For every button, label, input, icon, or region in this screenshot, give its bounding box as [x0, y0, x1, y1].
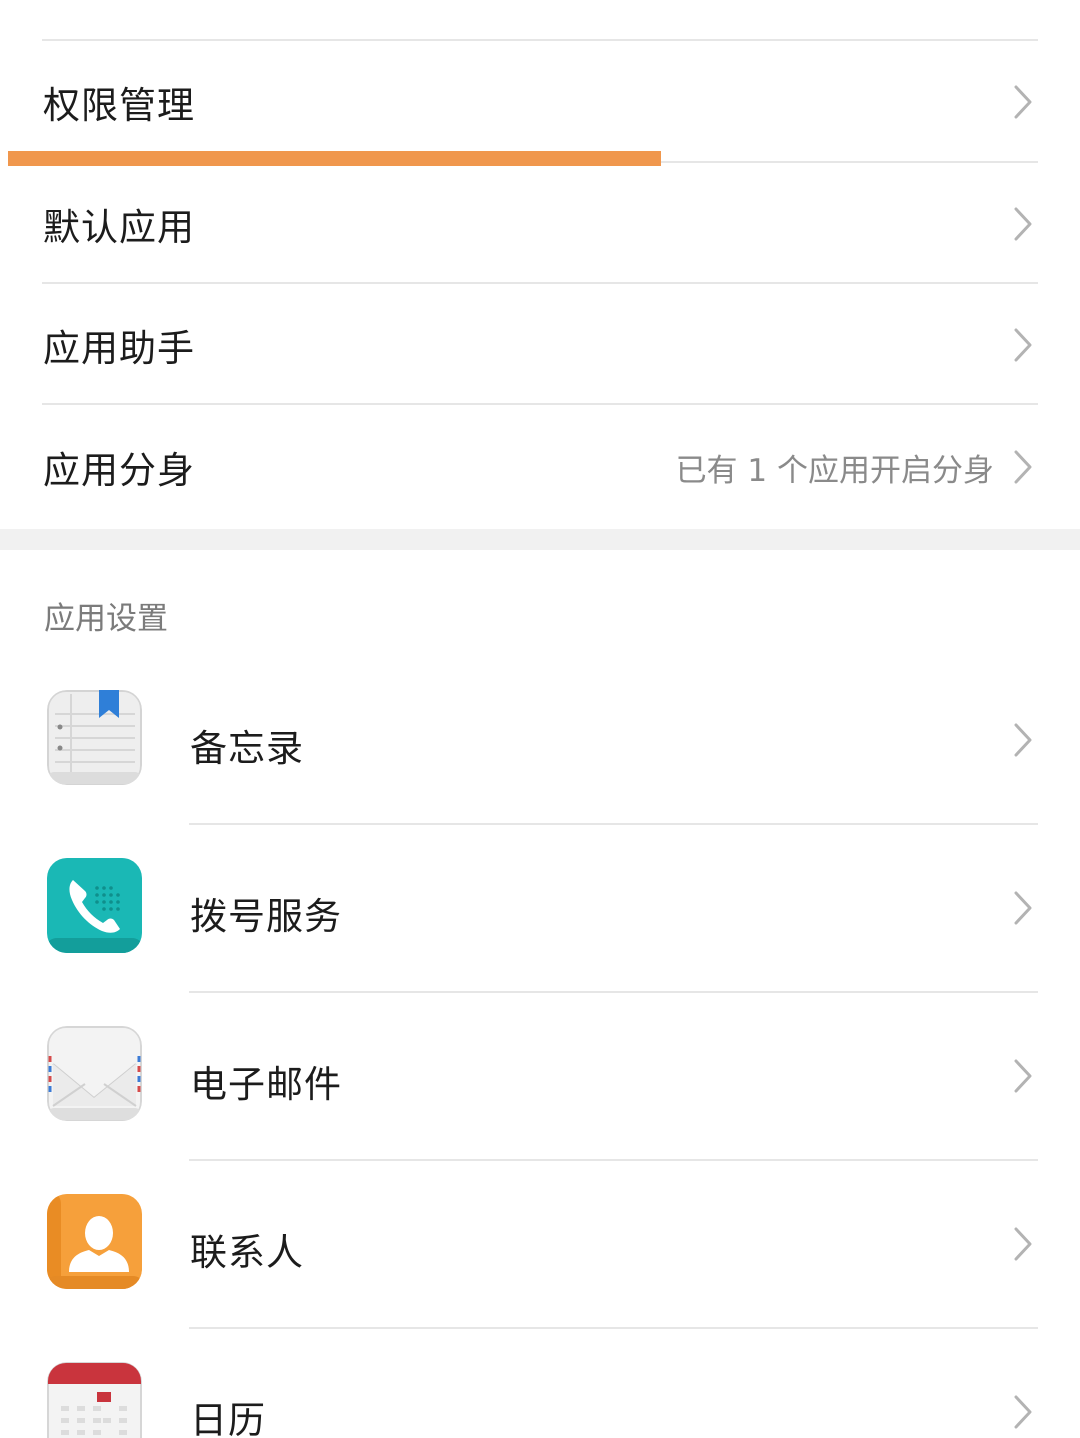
chevron-right-icon [1014, 723, 1032, 757]
section-separator [0, 529, 1080, 550]
phone-icon [47, 858, 142, 953]
item-label: 权限管理 [43, 83, 195, 127]
chevron-right-icon [1014, 1059, 1032, 1093]
chevron-right-icon [1014, 1395, 1032, 1429]
email-icon [47, 1026, 142, 1121]
app-item-calendar[interactable]: 日历 [0, 1332, 1080, 1438]
app-name: 日历 [190, 1399, 266, 1438]
app-name: 联系人 [190, 1231, 304, 1274]
app-name: 备忘录 [190, 727, 304, 770]
item-label: 应用分身 [43, 449, 195, 492]
calendar-icon [47, 1362, 142, 1438]
section-title: 应用设置 [44, 601, 168, 637]
chevron-right-icon [1014, 207, 1032, 240]
previous-item-edge [42, 0, 1038, 41]
app-name: 电子邮件 [190, 1063, 342, 1106]
app-name: 拨号服务 [190, 895, 342, 938]
app-twin-status: 已有 1 个应用开启分身 [675, 452, 994, 489]
permission-management-item[interactable]: 权限管理 [0, 41, 1080, 162]
app-item-contacts[interactable]: 联系人 [0, 1164, 1080, 1332]
chevron-right-icon [1014, 1227, 1032, 1261]
divider [189, 991, 1038, 993]
contacts-icon [47, 1194, 142, 1289]
chevron-right-icon [1014, 85, 1032, 118]
item-label: 应用助手 [43, 326, 195, 370]
chevron-right-icon [1014, 328, 1032, 361]
chevron-right-icon [1014, 450, 1032, 484]
app-item-notes[interactable]: 备忘录 [0, 660, 1080, 828]
settings-screen: 权限管理 默认应用 应用助手 应用分身 已有 1 个应用开启分身 应用设置 备忘… [0, 0, 1080, 1438]
app-assistant-item[interactable]: 应用助手 [0, 284, 1080, 405]
app-item-email[interactable]: 电子邮件 [0, 996, 1080, 1164]
default-apps-item[interactable]: 默认应用 [0, 163, 1080, 284]
divider [189, 1159, 1038, 1161]
chevron-right-icon [1014, 891, 1032, 925]
divider [189, 823, 1038, 825]
item-label: 默认应用 [43, 205, 195, 249]
notepad-icon [47, 690, 142, 785]
app-item-dialer[interactable]: 拨号服务 [0, 828, 1080, 996]
divider [189, 1327, 1038, 1329]
app-twin-item[interactable]: 应用分身 已有 1 个应用开启分身 [0, 405, 1080, 529]
